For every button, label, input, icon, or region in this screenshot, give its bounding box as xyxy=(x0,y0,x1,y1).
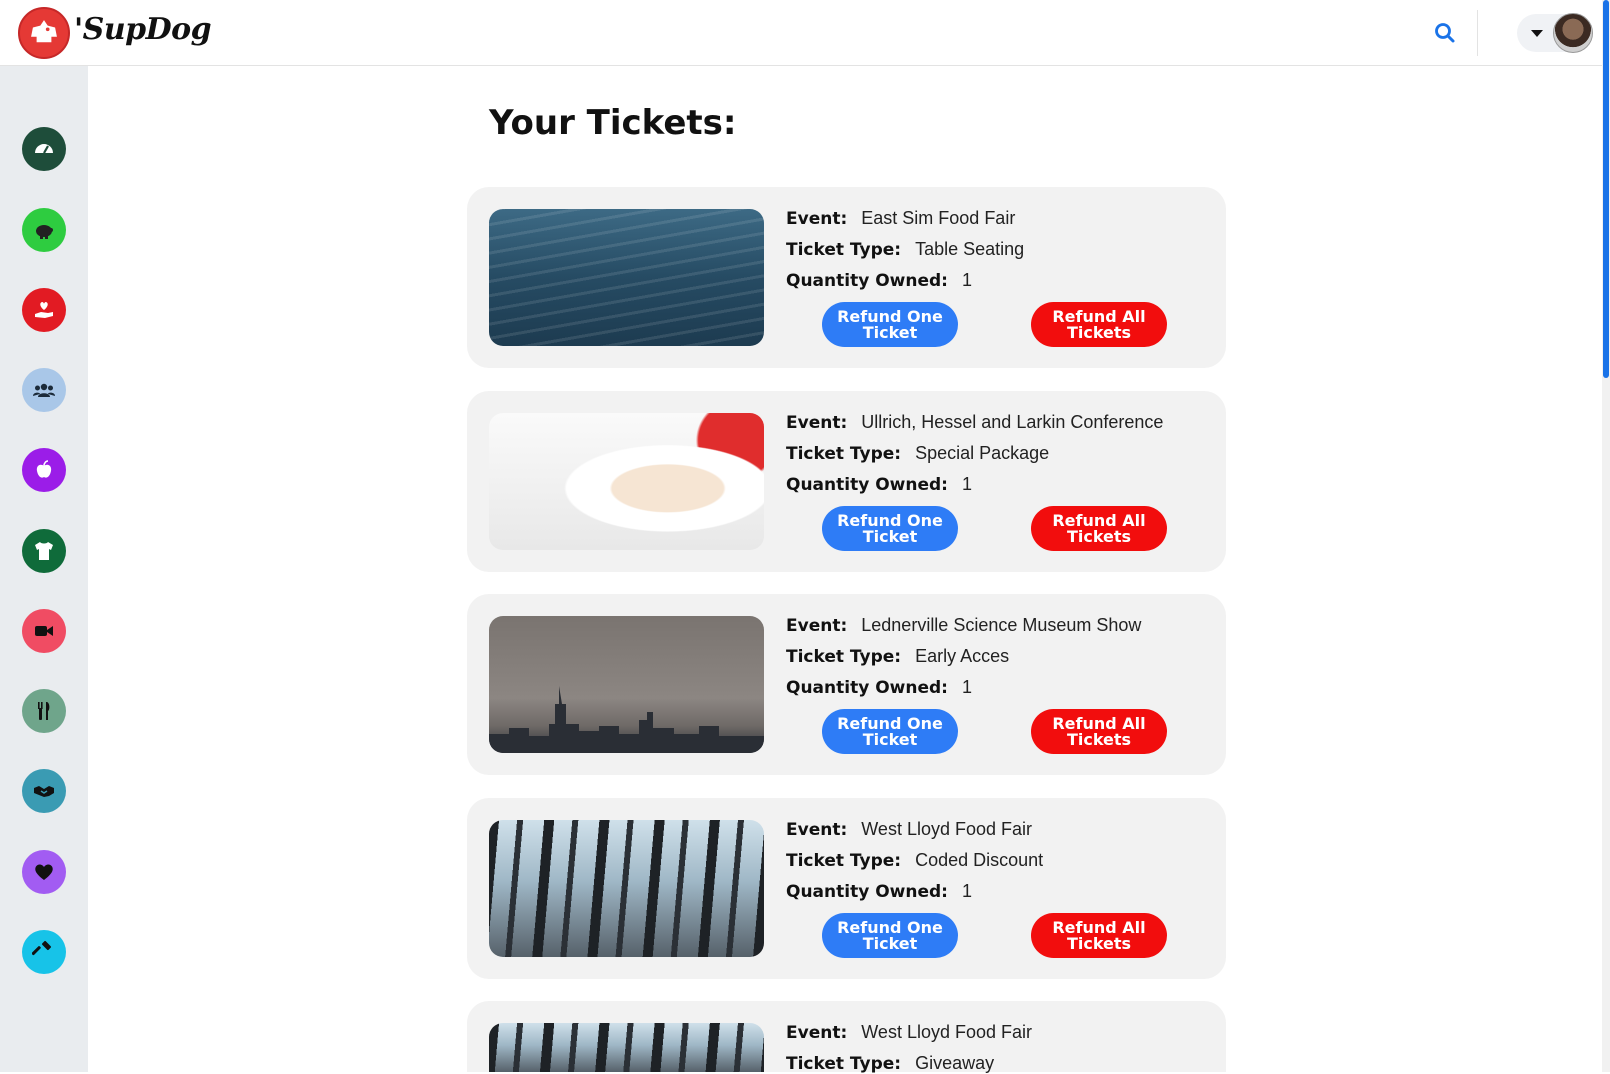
ticket-type-label: Ticket Type: xyxy=(786,240,902,260)
handshake-icon xyxy=(34,786,54,797)
tshirt-icon xyxy=(35,542,53,560)
event-label: Event: xyxy=(786,413,848,433)
ticket-type-value: Early Acces xyxy=(915,646,1010,666)
refund-all-button[interactable]: Refund All Tickets xyxy=(1031,302,1167,347)
sidebar-item-videos[interactable] xyxy=(22,609,66,653)
hammer-icon xyxy=(32,940,52,956)
quantity-value: 1 xyxy=(961,677,972,697)
apple-icon xyxy=(36,460,52,478)
event-label: Event: xyxy=(786,1023,848,1043)
user-menu[interactable] xyxy=(1517,13,1593,53)
refund-all-button[interactable]: Refund All Tickets xyxy=(1031,506,1167,551)
event-name: Lednerville Science Museum Show xyxy=(861,615,1142,635)
ticket-type-label: Ticket Type: xyxy=(786,1054,902,1074)
ticket-type-value: Special Package xyxy=(915,443,1050,463)
hand-heart-icon xyxy=(35,302,53,318)
event-name: Ullrich, Hessel and Larkin Conference xyxy=(861,412,1164,432)
utensils-icon xyxy=(38,702,50,720)
event-label: Event: xyxy=(786,209,848,229)
event-image xyxy=(489,413,764,550)
event-image xyxy=(489,616,764,753)
event-label: Event: xyxy=(786,820,848,840)
refund-all-button[interactable]: Refund All Tickets xyxy=(1031,709,1167,754)
quantity-label: Quantity Owned: xyxy=(786,475,948,495)
ticket-type-label: Ticket Type: xyxy=(786,851,902,871)
sidebar-item-tools[interactable] xyxy=(22,930,66,974)
top-navbar: 'SupDog xyxy=(0,0,1602,66)
ticket-type-value: Giveaway xyxy=(915,1053,995,1073)
refund-one-button[interactable]: Refund One Ticket xyxy=(822,709,958,754)
event-image xyxy=(489,1023,764,1072)
refund-one-button[interactable]: Refund One Ticket xyxy=(822,913,958,958)
page-title: Your Tickets: xyxy=(489,103,737,143)
video-icon xyxy=(35,626,53,636)
sidebar xyxy=(0,66,88,1072)
ticket-card: Event: Lednerville Science Museum Show Ti… xyxy=(467,594,1226,775)
refund-one-button[interactable]: Refund One Ticket xyxy=(822,506,958,551)
quantity-value: 1 xyxy=(961,270,972,290)
dashboard-icon xyxy=(35,144,53,154)
ticket-card: Event: Ullrich, Hessel and Larkin Confere… xyxy=(467,391,1226,572)
sidebar-item-apparel[interactable] xyxy=(22,529,66,573)
event-image xyxy=(489,820,764,957)
header-divider xyxy=(1477,10,1478,56)
ticket-card: Event: West Lloyd Food Fair Ticket Type: C… xyxy=(467,798,1226,979)
event-label: Event: xyxy=(786,616,848,636)
quantity-label: Quantity Owned: xyxy=(786,678,948,698)
event-name: West Lloyd Food Fair xyxy=(861,1022,1033,1042)
heart-icon xyxy=(35,864,53,880)
quantity-value: 1 xyxy=(961,474,972,494)
sidebar-item-groups[interactable] xyxy=(22,368,66,412)
ticket-type-label: Ticket Type: xyxy=(786,444,902,464)
skyline-graphic xyxy=(489,686,764,753)
event-image xyxy=(489,209,764,346)
event-name: East Sim Food Fair xyxy=(861,208,1016,228)
chevron-down-icon[interactable] xyxy=(1531,30,1543,37)
users-icon xyxy=(33,383,55,397)
sidebar-item-dashboard[interactable] xyxy=(22,127,66,171)
refund-one-button[interactable]: Refund One Ticket xyxy=(822,302,958,347)
logo-dog-icon[interactable] xyxy=(18,7,70,59)
ticket-type-value: Coded Discount xyxy=(915,850,1044,870)
sidebar-item-partners[interactable] xyxy=(22,769,66,813)
sidebar-item-savings[interactable] xyxy=(22,208,66,252)
sidebar-item-donations[interactable] xyxy=(22,288,66,332)
sidebar-item-nutrition[interactable] xyxy=(22,448,66,492)
quantity-value: 1 xyxy=(961,881,972,901)
quantity-label: Quantity Owned: xyxy=(786,882,948,902)
avatar[interactable] xyxy=(1553,13,1593,53)
ticket-card: Event: West Lloyd Food Fair Ticket Type: G… xyxy=(467,1001,1226,1074)
scrollbar-thumb[interactable] xyxy=(1603,0,1609,378)
brand-name[interactable]: 'SupDog xyxy=(74,12,212,47)
event-name: West Lloyd Food Fair xyxy=(861,819,1033,839)
ticket-type-label: Ticket Type: xyxy=(786,647,902,667)
sidebar-item-favorites[interactable] xyxy=(22,850,66,894)
search-icon[interactable] xyxy=(1432,20,1458,46)
quantity-label: Quantity Owned: xyxy=(786,271,948,291)
piggy-bank-icon xyxy=(36,225,53,239)
sidebar-item-dining[interactable] xyxy=(22,689,66,733)
ticket-type-value: Table Seating xyxy=(915,239,1025,259)
ticket-card: Event: East Sim Food Fair Ticket Type: Tab… xyxy=(467,187,1226,368)
refund-all-button[interactable]: Refund All Tickets xyxy=(1031,913,1167,958)
